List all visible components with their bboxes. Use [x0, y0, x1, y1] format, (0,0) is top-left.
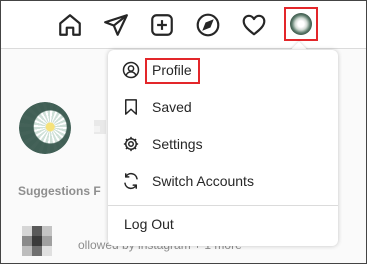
direct-message-icon[interactable] — [103, 12, 129, 38]
menu-divider — [108, 205, 338, 206]
switch-accounts-icon — [122, 172, 140, 190]
profile-icon — [122, 61, 140, 79]
activity-heart-icon[interactable] — [241, 12, 267, 38]
menu-item-switch-accounts[interactable]: Switch Accounts — [108, 163, 338, 199]
logout-button[interactable]: Log Out — [124, 216, 174, 232]
menu-item-label: Saved — [152, 99, 192, 115]
top-navigation-bar — [1, 1, 366, 49]
user-avatar-large[interactable] — [19, 102, 71, 154]
explore-icon[interactable] — [195, 12, 221, 38]
menu-item-saved[interactable]: Saved — [108, 89, 338, 125]
new-post-icon[interactable] — [149, 12, 175, 38]
menu-item-label: Settings — [152, 136, 203, 152]
profile-avatar — [290, 13, 312, 35]
blurred-username-detail — [94, 126, 100, 132]
profile-highlight-box — [145, 58, 200, 84]
profile-dropdown-menu: Profile Saved Settings Switch Accounts L… — [108, 50, 338, 246]
blurred-suggestion-avatar — [22, 222, 58, 258]
settings-gear-icon — [122, 135, 140, 153]
profile-avatar-button[interactable] — [284, 7, 318, 41]
bookmark-icon — [122, 98, 140, 116]
menu-item-label: Switch Accounts — [152, 173, 254, 189]
menu-item-profile[interactable]: Profile — [108, 52, 338, 88]
home-icon[interactable] — [57, 12, 83, 38]
menu-item-settings[interactable]: Settings — [108, 126, 338, 162]
suggestions-heading: Suggestions F — [18, 184, 101, 198]
